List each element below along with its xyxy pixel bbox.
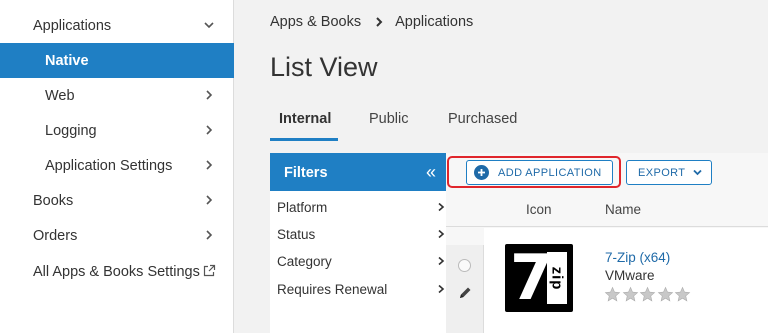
chevron-right-icon xyxy=(438,284,445,294)
row-actions xyxy=(446,245,484,333)
filter-requires-renewal[interactable]: Requires Renewal xyxy=(277,282,445,297)
sidebar-item-logging[interactable]: Logging xyxy=(0,113,234,148)
chevron-right-icon xyxy=(206,195,213,205)
sidebar-item-all-settings[interactable]: All Apps & Books Settings xyxy=(0,254,234,289)
filters-panel: Platform Status Category Requires Renewa… xyxy=(270,191,446,333)
app-icon-zip-box: zip xyxy=(547,252,567,304)
sidebar-item-applications[interactable]: Applications xyxy=(0,8,234,43)
export-button[interactable]: EXPORT xyxy=(626,160,712,185)
app-icon-zip-text: zip xyxy=(548,266,566,290)
app-icon-7zip: 7 zip xyxy=(505,244,573,312)
filter-label: Platform xyxy=(277,200,328,215)
chevron-right-icon xyxy=(206,160,213,170)
breadcrumb-current: Applications xyxy=(395,14,474,30)
sidebar-item-web[interactable]: Web xyxy=(0,78,234,113)
tab-internal[interactable]: Internal xyxy=(279,111,331,127)
sidebar-item-label: Application Settings xyxy=(45,157,173,174)
add-application-button[interactable]: ADD APPLICATION xyxy=(466,160,613,185)
sidebar: Applications Native Web Logging Applicat… xyxy=(0,0,234,333)
filters-header: Filters « xyxy=(270,153,446,191)
column-header-icon[interactable]: Icon xyxy=(526,202,552,217)
sidebar-item-label: Logging xyxy=(45,122,97,139)
external-link-icon xyxy=(203,264,216,277)
sidebar-item-label: Books xyxy=(33,192,74,209)
star-icon xyxy=(604,286,621,302)
sidebar-item-label: Web xyxy=(45,87,75,104)
page-title: List View xyxy=(270,52,378,82)
chevron-right-icon xyxy=(206,125,213,135)
filter-label: Requires Renewal xyxy=(277,282,388,297)
sidebar-item-label: All Apps & Books Settings xyxy=(33,263,200,280)
grid-header: Icon Name xyxy=(446,191,768,227)
filter-status[interactable]: Status xyxy=(277,227,445,242)
sidebar-item-label: Orders xyxy=(33,227,78,244)
chevron-right-icon xyxy=(438,202,445,212)
chevron-right-icon xyxy=(206,90,213,100)
app-name-link[interactable]: 7-Zip (x64) xyxy=(605,250,670,265)
breadcrumb-link-apps-books[interactable]: Apps & Books xyxy=(270,14,361,30)
pencil-icon[interactable] xyxy=(457,285,473,301)
row-select-radio[interactable] xyxy=(458,259,471,272)
add-application-label: ADD APPLICATION xyxy=(498,166,602,179)
chevron-right-icon xyxy=(438,229,445,239)
rating-stars xyxy=(604,286,692,303)
app-vendor: VMware xyxy=(605,268,655,283)
active-tab-indicator xyxy=(270,138,338,141)
sidebar-item-native[interactable]: Native xyxy=(0,43,234,78)
sidebar-item-label: Native xyxy=(45,52,89,69)
filter-platform[interactable]: Platform xyxy=(277,200,445,215)
chevron-down-icon xyxy=(204,22,214,29)
chevron-right-icon xyxy=(206,230,213,240)
sidebar-item-orders[interactable]: Orders xyxy=(0,218,234,253)
collapse-filters-icon[interactable]: « xyxy=(426,162,436,183)
chevron-right-icon xyxy=(438,256,445,266)
plus-circle-icon xyxy=(474,165,489,180)
chevron-right-icon xyxy=(376,17,383,27)
tab-purchased[interactable]: Purchased xyxy=(448,111,517,127)
chevron-down-icon xyxy=(693,169,703,176)
sidebar-item-application-settings[interactable]: Application Settings xyxy=(0,148,234,183)
star-icon xyxy=(639,286,656,302)
filters-title: Filters xyxy=(284,165,328,181)
export-label: EXPORT xyxy=(638,166,686,179)
star-icon xyxy=(657,286,673,302)
sidebar-item-label: Applications xyxy=(33,17,112,34)
filter-label: Status xyxy=(277,227,316,242)
sidebar-item-books[interactable]: Books xyxy=(0,183,234,218)
filter-category[interactable]: Category xyxy=(277,254,445,269)
star-icon xyxy=(674,286,691,302)
star-icon xyxy=(622,286,638,302)
breadcrumb: Apps & Books Applications xyxy=(270,14,473,30)
filter-label: Category xyxy=(277,254,332,269)
column-header-name[interactable]: Name xyxy=(605,202,641,217)
tab-public[interactable]: Public xyxy=(369,111,409,127)
